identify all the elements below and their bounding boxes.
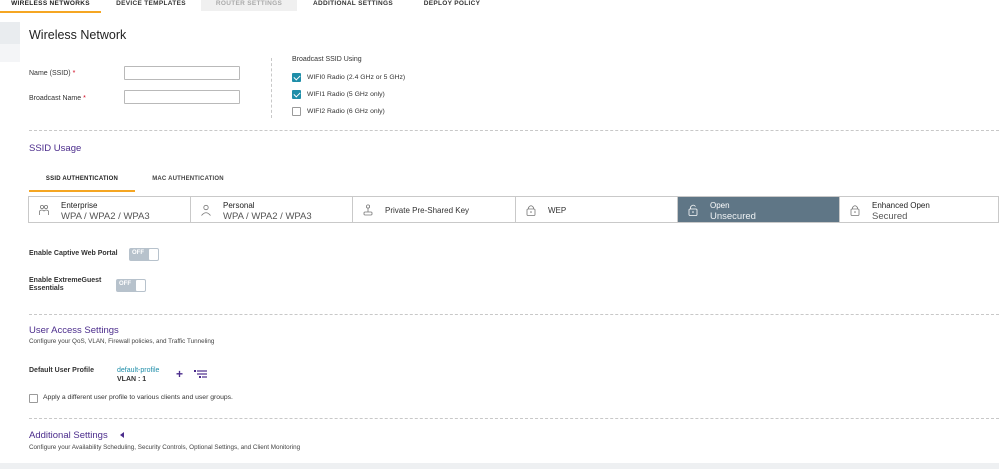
default-profile-link[interactable]: default-profile (117, 367, 159, 374)
wifi1-label: WIFI1 Radio (5 GHz only) (307, 91, 385, 98)
wifi2-checkbox[interactable] (292, 107, 301, 116)
auth-enterprise-subtitle: WPA / WPA2 / WPA3 (61, 211, 150, 222)
auth-enhanced-open-subtitle: Secured (872, 211, 908, 222)
tab-mac-authentication[interactable]: MAC AUTHENTICATION (135, 170, 241, 190)
left-sidebar-strip (0, 22, 20, 44)
required-mark: * (83, 95, 86, 102)
auth-enhanced-open-title: Enhanced Open (872, 201, 930, 210)
auth-open[interactable]: Open Unsecured (678, 197, 840, 222)
section-divider (29, 418, 999, 419)
padlock-icon (850, 205, 860, 216)
broadcast-heading: Broadcast SSID Using (292, 56, 362, 63)
bottom-bar (0, 463, 999, 469)
auth-personal-title: Personal (223, 201, 255, 210)
captive-portal-label: Enable Captive Web Portal (29, 250, 118, 257)
ssid-input[interactable] (124, 66, 240, 80)
section-divider (29, 130, 999, 131)
auth-private-psk[interactable]: Private Pre-Shared Key (353, 197, 516, 222)
toggle-knob (136, 280, 145, 291)
auth-wep[interactable]: WEP (516, 197, 678, 222)
captive-portal-toggle-state: OFF (132, 250, 144, 256)
tab-wireless-networks[interactable]: WIRELESS NETWORKS (0, 0, 101, 13)
collapse-caret-icon[interactable] (120, 432, 124, 438)
auth-ppsk-title: Private Pre-Shared Key (385, 206, 470, 215)
auth-enhanced-open[interactable]: Enhanced Open Secured (840, 197, 998, 222)
section-divider (29, 314, 999, 315)
tab-router-settings[interactable]: ROUTER SETTINGS (201, 0, 297, 11)
key-joystick-icon (363, 204, 373, 216)
broadcast-name-input[interactable] (124, 90, 240, 104)
ssid-label-text: Name (SSID) (29, 70, 71, 77)
extremeguest-label: Enable ExtremeGuest Essentials (29, 277, 101, 293)
auth-open-subtitle: Unsecured (710, 211, 756, 222)
auth-open-title: Open (710, 201, 730, 210)
top-tab-bar: WIRELESS NETWORKS DEVICE TEMPLATES ROUTE… (0, 0, 999, 13)
extremeguest-label-line2: Essentials (29, 285, 64, 292)
ssid-label: Name (SSID) * (29, 70, 75, 77)
profile-list-icon[interactable] (194, 369, 208, 379)
auth-wep-title: WEP (548, 206, 567, 215)
required-mark: * (72, 70, 76, 77)
auth-enterprise-title: Enterprise (61, 201, 98, 210)
enterprise-users-icon (39, 204, 49, 215)
page-title: Wireless Network (29, 28, 127, 42)
tab-deploy-policy[interactable]: DEPLOY POLICY (409, 0, 495, 11)
broadcast-name-label-text: Broadcast Name (29, 95, 82, 102)
extremeguest-label-line1: Enable ExtremeGuest (29, 277, 102, 284)
person-icon (201, 204, 211, 216)
tab-ssid-authentication[interactable]: SSID AUTHENTICATION (29, 170, 135, 192)
auth-personal-subtitle: WPA / WPA2 / WPA3 (223, 211, 312, 222)
additional-settings-title[interactable]: Additional Settings (29, 430, 108, 441)
extremeguest-toggle[interactable]: OFF (116, 279, 146, 292)
tab-additional-settings[interactable]: ADDITIONAL SETTINGS (297, 0, 409, 11)
vertical-divider (271, 58, 272, 118)
auth-enterprise[interactable]: Enterprise WPA / WPA2 / WPA3 (29, 197, 191, 222)
auth-personal[interactable]: Personal WPA / WPA2 / WPA3 (191, 197, 353, 222)
auth-options-row: Enterprise WPA / WPA2 / WPA3 Personal WP… (28, 196, 999, 223)
captive-portal-toggle[interactable]: OFF (129, 248, 159, 261)
padlock-icon (526, 205, 536, 216)
ssid-usage-title: SSID Usage (29, 143, 82, 154)
broadcast-name-label: Broadcast Name * (29, 95, 86, 102)
wifi2-label: WIFI2 Radio (6 GHz only) (307, 108, 385, 115)
user-access-subtitle: Configure your QoS, VLAN, Firewall polic… (29, 338, 215, 345)
user-access-title: User Access Settings (29, 325, 119, 336)
toggle-knob (149, 249, 158, 260)
apply-different-profile-label: Apply a different user profile to variou… (43, 394, 233, 401)
default-user-profile-label: Default User Profile (29, 367, 94, 374)
open-padlock-icon (688, 204, 698, 216)
apply-different-profile-checkbox[interactable] (29, 394, 38, 403)
left-sidebar-strip-lower (0, 44, 20, 62)
additional-settings-subtitle: Configure your Availability Scheduling, … (29, 444, 301, 451)
wifi1-checkbox[interactable] (292, 90, 301, 99)
wifi0-label: WIFI0 Radio (2.4 GHz or 5 GHz) (307, 74, 406, 81)
tab-device-templates[interactable]: DEVICE TEMPLATES (101, 0, 201, 11)
wifi0-checkbox[interactable] (292, 73, 301, 82)
extremeguest-toggle-state: OFF (119, 281, 131, 287)
vlan-value: VLAN : 1 (117, 376, 147, 383)
add-profile-icon[interactable]: + (176, 367, 183, 381)
